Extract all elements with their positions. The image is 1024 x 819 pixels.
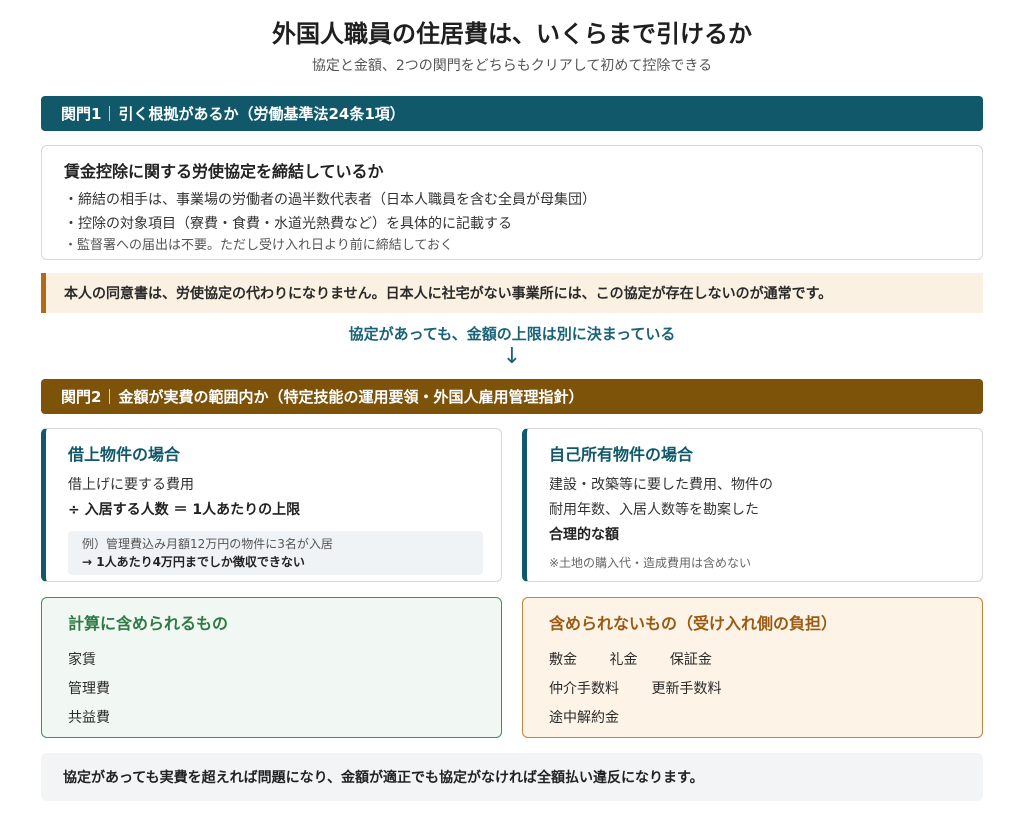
included-heading: 計算に含められるもの	[68, 614, 229, 633]
consent-note: 本人の同意書は、労使協定の代わりになりません。日本人に社宅がない事業所には、この…	[41, 273, 983, 313]
leased-heading: 借上物件の場合	[68, 445, 181, 464]
excluded-item: 保証金	[669, 652, 712, 668]
gate2-divider	[109, 389, 111, 404]
connector-text: 協定があっても、金額の上限は別に決まっている	[348, 325, 676, 343]
leased-example: 例）管理費込み月額12万円の物件に3名が入居 → 1人あたり4万円までしか徴収で…	[68, 531, 483, 575]
agreement-box: 賃金控除に関する労使協定を締結しているか ・締結の相手は、事業場の労働者の過半数…	[41, 145, 983, 260]
agreement-heading: 賃金控除に関する労使協定を締結しているか	[64, 162, 384, 181]
excluded-item: 仲介手数料	[549, 681, 619, 697]
included-item: 家賃	[68, 652, 96, 668]
leased-example-line2: → 1人あたり4万円までしか徴収できない	[82, 555, 305, 569]
arrow-down-icon: ↓	[502, 344, 522, 369]
page-title: 外国人職員の住居費は、いくらまで引けるか	[272, 20, 752, 48]
gate2-header: 関門2 金額が実費の範囲内か（特定技能の運用要領・外国人雇用管理指針）	[41, 379, 983, 414]
excluded-heading: 含められないもの（受け入れ側の負担）	[549, 614, 838, 633]
excluded-row: 途中解約金	[549, 704, 982, 733]
excluded-row: 敷金 礼金 保証金	[549, 646, 982, 675]
leased-formula-line2: ÷ 入居する人数 ＝ 1人あたりの上限	[68, 502, 301, 518]
excluded-row: 仲介手数料 更新手数料	[549, 675, 982, 704]
excluded-item: 礼金	[609, 652, 638, 668]
leased-property-card: 借上物件の場合 借上げに要する費用 ÷ 入居する人数 ＝ 1人あたりの上限 例）…	[41, 428, 502, 582]
owned-line3: 合理的な額	[549, 527, 619, 543]
excluded-item: 途中解約金	[549, 710, 619, 726]
owned-note: ※土地の購入代・造成費用は含めない	[549, 556, 752, 570]
excluded-item: 更新手数料	[651, 681, 722, 697]
page-subtitle: 協定と金額、2つの関門をどちらもクリアして初めて控除できる	[311, 58, 713, 74]
included-item: 管理費	[68, 681, 110, 697]
excluded-items-card: 含められないもの（受け入れ側の負担） 敷金 礼金 保証金 仲介手数料 更新手数料…	[522, 597, 983, 738]
gate1-divider	[109, 106, 111, 121]
gate2-text: 金額が実費の範囲内か（特定技能の運用要領・外国人雇用管理指針）	[118, 388, 584, 406]
excluded-item: 敷金	[549, 652, 577, 668]
included-item: 共益費	[68, 710, 110, 726]
gate1-text: 引く根拠があるか（労働基準法24条1項）	[118, 105, 405, 123]
owned-line2: 耐用年数、入居人数等を勘案した	[549, 502, 759, 518]
included-items-card: 計算に含められるもの 家賃 管理費 共益費	[41, 597, 502, 738]
summary-footer: 協定があっても実費を超えれば問題になり、金額が適正でも協定がなければ全額払い違反…	[41, 753, 983, 801]
gate1-label: 関門1	[61, 105, 102, 123]
leased-example-line1: 例）管理費込み月額12万円の物件に3名が入居	[82, 537, 333, 551]
leased-formula-line1: 借上げに要する費用	[68, 477, 194, 493]
agreement-item: ・締結の相手は、事業場の労働者の過半数代表者（日本人職員を含む全員が母集団）	[64, 192, 596, 208]
gate2-label: 関門2	[61, 388, 102, 406]
owned-property-card: 自己所有物件の場合 建設・改築等に要した費用、物件の 耐用年数、入居人数等を勘案…	[522, 428, 983, 582]
agreement-item: ・控除の対象項目（寮費・食費・水道光熱費など）を具体的に記載する	[64, 216, 512, 232]
owned-line1: 建設・改築等に要した費用、物件の	[549, 477, 773, 493]
gate1-header: 関門1 引く根拠があるか（労働基準法24条1項）	[41, 96, 983, 131]
agreement-item: ・監督署への届出は不要。ただし受け入れ日より前に締結しておく	[64, 238, 453, 253]
owned-heading: 自己所有物件の場合	[549, 445, 694, 464]
